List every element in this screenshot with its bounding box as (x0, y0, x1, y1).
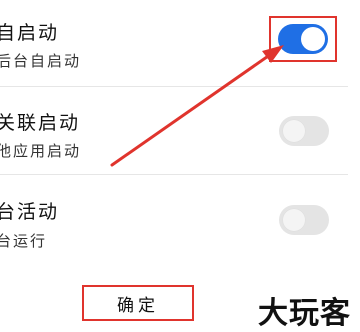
settings-row-background-activity: 台活动 台运行 (0, 175, 360, 265)
confirm-button[interactable]: 确定 (86, 289, 190, 317)
row-subtitle: 后台自启动 (0, 52, 82, 70)
toggle-knob (282, 119, 306, 143)
toggle-knob (282, 208, 306, 232)
linked-start-toggle[interactable] (279, 116, 329, 146)
annotation-highlight-box (269, 16, 337, 62)
row-title: 台活动 (0, 201, 60, 223)
row-title: 自启动 (0, 22, 60, 44)
watermark-logo: 大玩客 (258, 296, 351, 331)
settings-row-linked-start: 关联启动 他应用启动 (0, 87, 360, 174)
row-title: 关联启动 (0, 112, 81, 134)
row-subtitle: 台运行 (0, 232, 48, 250)
row-subtitle: 他应用启动 (0, 142, 82, 160)
background-activity-toggle[interactable] (279, 205, 329, 235)
